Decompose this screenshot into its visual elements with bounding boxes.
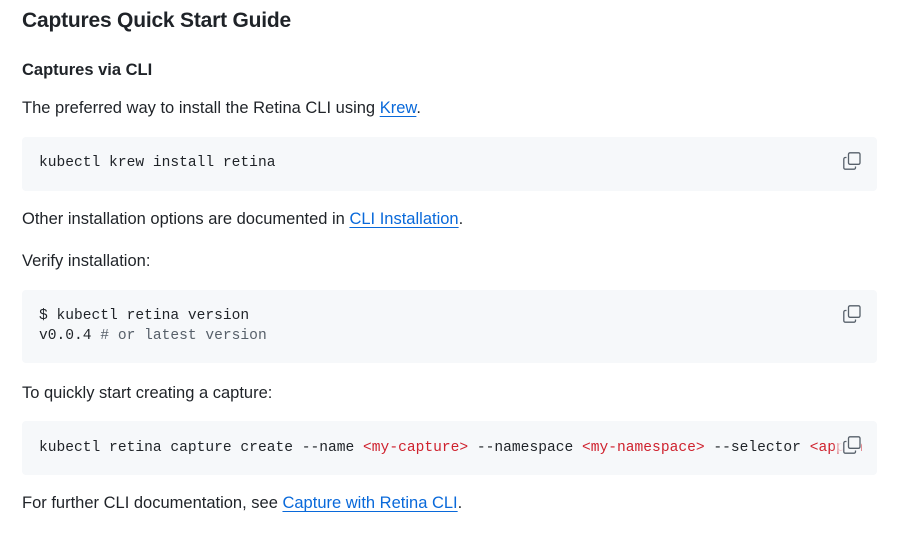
docs-paragraph: For further CLI documentation, see Captu… [22, 494, 462, 513]
install-paragraph: The preferred way to install the Retina … [22, 99, 421, 118]
options-paragraph: Other installation options are documente… [22, 210, 463, 229]
capture-paragraph: To quickly start creating a capture: [22, 384, 273, 402]
copy-icon[interactable] [843, 305, 861, 323]
code-line-1: $ kubectl retina version [39, 308, 250, 324]
docs-period: . [457, 494, 463, 512]
placeholder-capture: <my-capture> [363, 440, 469, 456]
code-block-verify: $ kubectl retina version v0.0.4 # or lat… [22, 290, 877, 363]
krew-link[interactable]: Krew [380, 99, 417, 117]
code-block-install: kubectl krew install retina [22, 137, 877, 191]
copy-icon[interactable] [843, 436, 861, 454]
install-period: . [416, 99, 421, 117]
verify-paragraph: Verify installation: [22, 252, 151, 270]
capture-cli-link[interactable]: Capture with Retina CLI [282, 494, 457, 512]
options-period: . [458, 210, 464, 228]
docs-text: For further CLI documentation, see [22, 494, 283, 512]
placeholder-namespace: <my-namespace> [582, 440, 705, 456]
code-line: kubectl retina capture create --name <my… [39, 438, 862, 458]
code-segment: --selector [704, 440, 810, 456]
install-text: The preferred way to install the Retina … [22, 99, 380, 117]
code-segment: kubectl retina capture create --name [39, 440, 364, 456]
page-title: Captures Quick Start Guide [22, 9, 292, 32]
code-lines: $ kubectl retina version v0.0.4 # or lat… [39, 306, 267, 346]
code-segment: --namespace [468, 440, 582, 456]
copy-icon[interactable] [843, 152, 861, 170]
version-value: v0.0.4 [39, 328, 92, 344]
options-text: Other installation options are documente… [22, 210, 350, 228]
code-line: kubectl krew install retina [39, 155, 276, 171]
code-block-capture: kubectl retina capture create --name <my… [22, 421, 877, 475]
section-heading: Captures via CLI [22, 61, 153, 79]
version-comment: # or latest version [91, 328, 267, 344]
cli-installation-link[interactable]: CLI Installation [349, 210, 458, 228]
